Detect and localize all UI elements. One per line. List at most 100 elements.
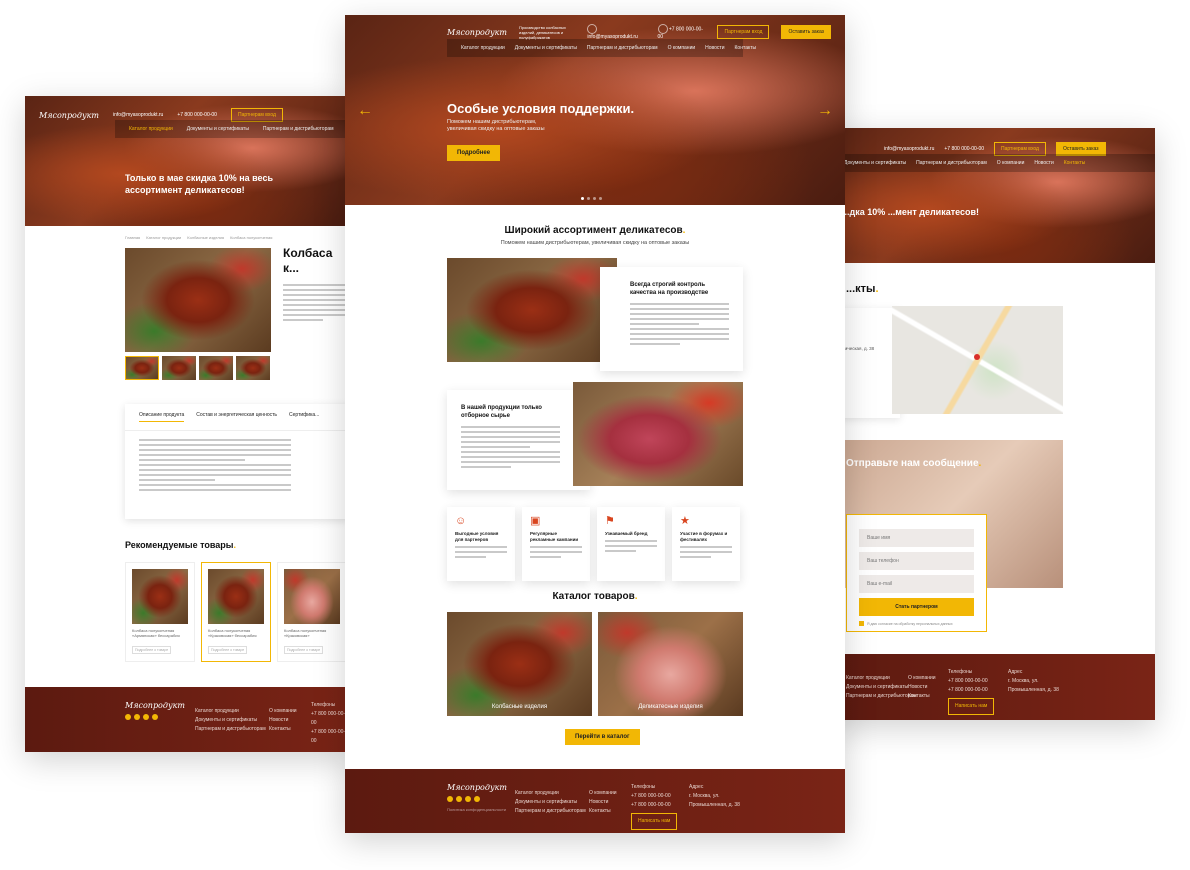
nav-partners[interactable]: Партнерам и дистрибьюторам	[263, 126, 334, 132]
nav-docs[interactable]: Документы и сертификаты	[844, 160, 906, 166]
slider-next-arrow-icon[interactable]: →	[817, 103, 833, 119]
footer-link[interactable]: Партнерам и дистрибьюторам	[195, 725, 266, 734]
footer-link[interactable]: Новости	[589, 798, 617, 807]
nav-contacts[interactable]: Контакты	[735, 45, 757, 51]
catalog-card-delicacies[interactable]: Деликатесные изделия	[598, 612, 743, 716]
social-icons[interactable]	[447, 796, 507, 802]
nav-news[interactable]: Новости	[1034, 160, 1053, 166]
footer-link[interactable]: Контакты	[908, 692, 936, 701]
center-hero-title: Особые условия поддержки.	[447, 101, 635, 116]
email-text[interactable]: info@myasoprodukt.ru	[884, 146, 934, 152]
thumbnail[interactable]	[236, 356, 270, 380]
partner-login-button[interactable]: Партнерам вход	[717, 25, 770, 39]
footer-link[interactable]: Контакты	[269, 725, 297, 734]
social-icons[interactable]	[125, 714, 185, 720]
tab-description[interactable]: Описание продукта	[139, 412, 185, 422]
footer-link[interactable]: Документы и сертификаты	[195, 716, 266, 725]
product-card-name: Колбаса полукопченая «Краковская»	[284, 628, 327, 638]
product-card[interactable]: Колбаса полукопченая «Краковская» Подроб…	[277, 562, 347, 662]
submit-button[interactable]: Стать партнером	[859, 598, 974, 616]
left-hero-title: Только в мае скидка 10% на весь ассортим…	[125, 173, 273, 195]
partner-form: Ваше имя Ваш телефон Ваш e-mail Стать па…	[846, 514, 987, 632]
footer-link[interactable]: Новости	[908, 683, 936, 692]
logo[interactable]: Мясопродукт	[39, 111, 99, 120]
email-text[interactable]: info@myasoprodukt.ru	[113, 112, 163, 118]
breadcrumb-item[interactable]: Каталог продукции	[146, 235, 181, 240]
footer-link[interactable]: Партнерам и дистрибьюторам	[515, 807, 586, 816]
phone-text[interactable]: +7 800 000-00-00	[657, 24, 706, 40]
footer-phone[interactable]: +7 800 000-00-00	[948, 677, 994, 686]
nav-catalog[interactable]: Каталог продукции	[461, 45, 505, 51]
hero-more-button[interactable]: Подробнее	[447, 145, 501, 161]
write-us-button[interactable]: Написать нам	[631, 813, 678, 830]
footer-link[interactable]: Каталог продукции	[195, 707, 266, 716]
tab-composition[interactable]: Состав и энергетическая ценность	[196, 412, 277, 422]
left-page-mockup: Мясопродукт info@myasoprodukt.ru +7 800 …	[25, 96, 350, 752]
center-hero-subtitle: Поможем нашим дистрибьютерам, увеличивая…	[447, 119, 545, 132]
footer-logo[interactable]: Мясопродукт	[447, 783, 507, 792]
product-main-image[interactable]	[125, 248, 271, 352]
mail-icon	[587, 24, 598, 34]
footer-phones-label: Телефоны	[948, 669, 973, 675]
footer-logo[interactable]: Мясопродукт	[125, 701, 185, 710]
footer-link[interactable]: О компании	[589, 789, 617, 798]
thumbnail[interactable]	[125, 356, 159, 380]
product-card-link[interactable]: Подробнее о товаре	[284, 646, 324, 654]
section-title: Широкий ассортимент деликатесов.	[504, 225, 686, 236]
consent-text: Я даю согласие на обработку персональных…	[867, 621, 953, 626]
write-us-button[interactable]: Написать нам	[948, 698, 995, 715]
phone-field[interactable]: Ваш телефон	[859, 552, 974, 570]
footer-phone[interactable]: +7 800 000-00-00	[631, 792, 677, 801]
phone-text[interactable]: +7 800 000-00-00	[944, 146, 984, 152]
nav-partners[interactable]: Партнерам и дистрибьюторам	[587, 45, 658, 51]
footer-link[interactable]: Документы и сертификаты	[515, 798, 586, 807]
map-pin-icon[interactable]	[974, 354, 980, 360]
consent-checkbox[interactable]	[859, 621, 864, 626]
footer-link[interactable]: Каталог продукции	[846, 674, 917, 683]
nav-contacts[interactable]: Контакты	[1064, 160, 1086, 166]
product-card[interactable]: Колбаса полукопченая «Краковская» бессар…	[201, 562, 271, 662]
nav-docs[interactable]: Документы и сертификаты	[187, 126, 249, 132]
footer-link[interactable]: Партнерам и дистрибьюторам	[846, 692, 917, 701]
product-card[interactable]: Колбаса полукопченая «Армянская» бессара…	[125, 562, 195, 662]
nav-news[interactable]: Новости	[705, 45, 724, 51]
order-button[interactable]: Оставить заказ	[781, 25, 831, 39]
email-text[interactable]: info@myasoprodukt.ru	[587, 24, 645, 40]
slider-prev-arrow-icon[interactable]: ←	[357, 103, 373, 119]
thumbnail[interactable]	[199, 356, 233, 380]
nav-docs[interactable]: Документы и сертификаты	[515, 45, 577, 51]
feature2-card: В нашей продукции только отборное сырье	[447, 390, 590, 490]
benefit-card: ★ Участие в форумах и фестивалях	[672, 507, 740, 581]
nav-catalog[interactable]: Каталог продукции	[129, 126, 173, 132]
footer-link[interactable]: Контакты	[589, 807, 617, 816]
catalog-card-sausages[interactable]: Колбасные изделия	[447, 612, 592, 716]
footer-link[interactable]: Документы и сертификаты	[846, 683, 917, 692]
privacy-link[interactable]: Политика конфиденциальности	[447, 805, 507, 814]
benefits-row: ☺ Выгодные условия для партнеров ▣ Регул…	[447, 507, 740, 581]
product-card-link[interactable]: Подробнее о товаре	[208, 646, 248, 654]
footer-phone[interactable]: +7 800 000-00-00	[631, 801, 677, 810]
product-card-link[interactable]: Подробнее о товаре	[132, 646, 172, 654]
footer-link[interactable]: Каталог продукции	[515, 789, 586, 798]
nav-partners[interactable]: Партнерам и дистрибьюторам	[916, 160, 987, 166]
benefit-card: ▣ Регулярные рекламные кампании	[522, 507, 590, 581]
footer-link[interactable]: Новости	[269, 716, 297, 725]
footer-phone[interactable]: +7 800 000-00-00	[948, 686, 994, 695]
nav-about[interactable]: О компании	[668, 45, 696, 51]
phone-text[interactable]: +7 800 000-00-00	[177, 112, 217, 118]
name-field[interactable]: Ваше имя	[859, 529, 974, 547]
slider-dots[interactable]	[581, 197, 602, 200]
breadcrumb-item[interactable]: Колбасные изделия	[187, 235, 224, 240]
email-field[interactable]: Ваш e-mail	[859, 575, 974, 593]
footer-address-label: Адрес	[689, 784, 704, 790]
footer-link[interactable]: О компании	[908, 674, 936, 683]
go-to-catalog-button[interactable]: Перейти в каталог	[565, 729, 640, 745]
tab-certificates[interactable]: Сертифика...	[289, 412, 319, 422]
nav-about[interactable]: О компании	[997, 160, 1025, 166]
footer-link[interactable]: О компании	[269, 707, 297, 716]
breadcrumb-item[interactable]: Главная	[125, 235, 140, 240]
map[interactable]	[892, 306, 1063, 414]
thumbnail[interactable]	[162, 356, 196, 380]
star-icon: ★	[680, 515, 690, 527]
logo[interactable]: Мясопродукт	[447, 28, 507, 37]
